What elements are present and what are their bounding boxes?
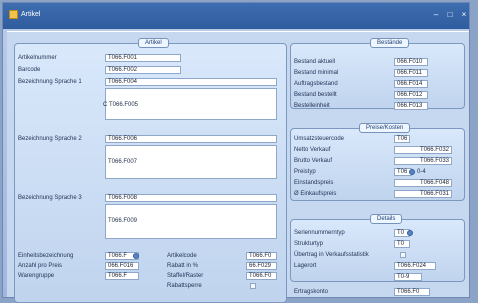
uebertrag-checkbox[interactable]: [400, 252, 406, 258]
bezeichnung-2-label: Bezeichnung Sprache 2: [18, 136, 82, 142]
rabattsperre-checkbox[interactable]: [250, 283, 256, 289]
bezeichnung-1-textarea[interactable]: C T066.F005: [103, 88, 277, 120]
bezeichnung-1-field[interactable]: T066.F004: [105, 78, 277, 86]
lager-secondary-field[interactable]: T0-9: [394, 273, 422, 281]
bezeichnung-3-textarea[interactable]: T066.F009: [105, 204, 277, 239]
strukturtyp-label: Strukturtyp: [294, 241, 324, 247]
einheit-label: Einheitsbezeichnung: [18, 253, 74, 259]
staffel-field[interactable]: T066.F0: [246, 272, 277, 280]
bezeichnung-3-text: T066.F009: [108, 218, 138, 224]
content-area: Artikel Artikelnummer T066.F001 Barcode …: [7, 31, 469, 303]
artikelcode-label: Artikelcode: [167, 253, 197, 259]
bestaende-legend: Bestände: [370, 38, 410, 48]
warengruppe-field[interactable]: T066.F: [105, 272, 139, 280]
bezeichnung-3-field[interactable]: T066.F008: [105, 194, 277, 202]
uebertrag-label: Übertrag in Verkaufsstatistik: [294, 252, 369, 258]
anzahl-field[interactable]: 066.F016: [105, 262, 139, 270]
warengruppe-label: Warengruppe: [18, 273, 55, 279]
netto-verkauf-label: Netto Verkauf: [294, 147, 331, 153]
bezeichnung-1-prefix: C: [103, 102, 108, 108]
app-icon: [9, 10, 18, 19]
brutto-verkauf-label: Brutto Verkauf: [294, 158, 333, 164]
anzahl-label: Anzahl pro Preis: [18, 263, 63, 269]
bezeichnung-2-textarea[interactable]: T066.F007: [105, 145, 277, 179]
window-title: Artikel: [21, 11, 41, 18]
seriennummerntyp-label: Seriennummerntyp: [294, 230, 345, 236]
bezeichnung-2-text: T066.F007: [108, 159, 138, 165]
staffel-label: Staffel/Raster: [167, 273, 204, 279]
einstandspreis-field[interactable]: T066.F048: [394, 179, 452, 187]
lookup-icon[interactable]: [133, 253, 139, 259]
artikelnummer-label: Artikelnummer: [18, 55, 57, 61]
artikelnummer-field[interactable]: T066.F001: [105, 54, 181, 62]
bezeichnung-3-label: Bezeichnung Sprache 3: [18, 195, 82, 201]
bezeichnung-1-text: T066.F005: [109, 102, 139, 108]
rabatt-label: Rabatt in %: [167, 263, 199, 269]
bestand-bestellt-label: Bestand bestellt: [294, 92, 337, 98]
strukturtyp-field[interactable]: T0: [394, 240, 410, 248]
artikel-legend: Artikel: [138, 38, 169, 48]
maximize-button[interactable]: □: [443, 9, 457, 21]
bestand-aktuell-field[interactable]: 066.F010: [394, 58, 428, 66]
einkaufspreis-label: Ø Einkaufspreis: [294, 191, 337, 197]
close-button[interactable]: ×: [457, 9, 471, 21]
bestelleinheit-label: Bestelleinheit: [294, 103, 330, 109]
netto-verkauf-field[interactable]: T066.F032: [394, 146, 452, 154]
bestand-aktuell-label: Bestand aktuell: [294, 59, 336, 65]
details-legend: Details: [370, 214, 403, 224]
preistyp-range: 0-4: [417, 169, 426, 175]
ertragskonto-label: Ertragskonto: [294, 289, 329, 295]
preistyp-lookup-icon[interactable]: [409, 169, 415, 175]
title-bar[interactable]: Artikel – □ ×: [3, 3, 469, 29]
bezeichnung-2-field[interactable]: T066.F006: [105, 135, 277, 143]
bezeichnung-1-label: Bezeichnung Sprache 1: [18, 79, 82, 85]
minimize-button[interactable]: –: [429, 9, 443, 21]
bestand-minimal-field[interactable]: 066.F011: [394, 69, 428, 77]
auftragsbestand-label: Auftragsbestand: [294, 81, 338, 87]
einstandspreis-label: Einstandspreis: [294, 180, 334, 186]
artikelcode-field[interactable]: T066.F0: [246, 252, 277, 260]
ertragskonto-field[interactable]: T066.F0: [394, 288, 430, 296]
lagerort-label: Lagerort: [294, 263, 317, 269]
preistyp-label: Preistyp: [294, 169, 316, 175]
barcode-field[interactable]: T066.F002: [105, 66, 181, 74]
rabattsperre-label: Rabattsperre: [167, 283, 202, 289]
rabatt-field[interactable]: 66.F029: [246, 262, 277, 270]
brutto-verkauf-field[interactable]: T066.F033: [394, 157, 452, 165]
umsatzsteuercode-field[interactable]: T06: [394, 135, 410, 143]
seriennummer-lookup-icon[interactable]: [407, 230, 413, 236]
bestelleinheit-field[interactable]: 066.F013: [394, 102, 428, 110]
umsatzsteuercode-label: Umsatzsteuercode: [294, 136, 345, 142]
auftragsbestand-field[interactable]: 066.F014: [394, 80, 428, 88]
bestand-bestellt-field[interactable]: 066.F012: [394, 91, 428, 99]
einkaufspreis-field[interactable]: T066.F031: [394, 190, 452, 198]
barcode-label: Barcode: [18, 67, 41, 73]
preise-legend: Preise/Kosten: [359, 123, 411, 133]
bestand-minimal-label: Bestand minimal: [294, 70, 339, 76]
lagerort-field[interactable]: T066.F024: [394, 262, 436, 270]
